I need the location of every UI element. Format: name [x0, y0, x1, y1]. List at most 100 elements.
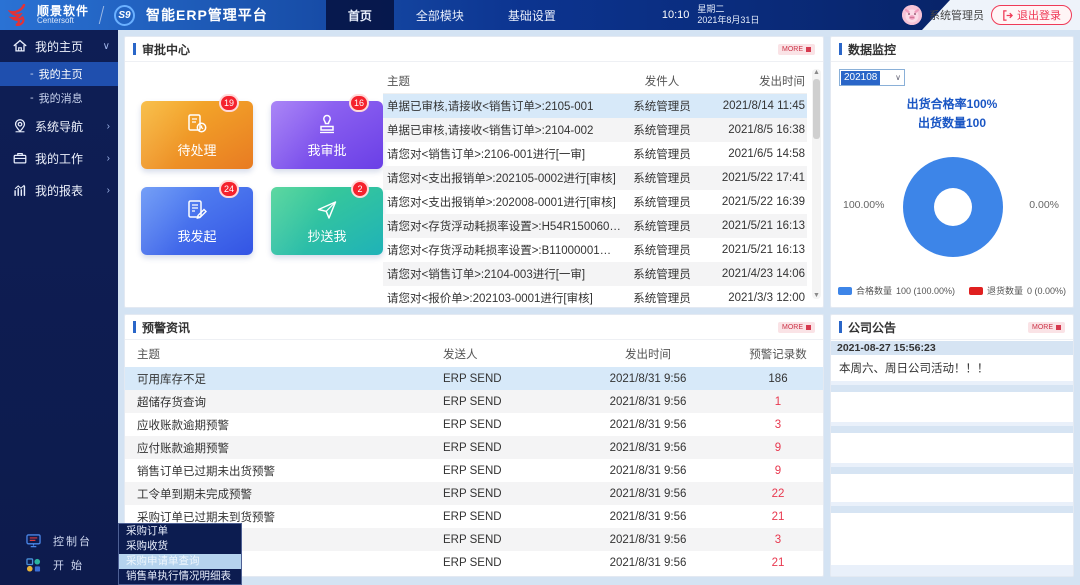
- period-selected-value: 202108: [841, 71, 880, 85]
- scroll-up-icon[interactable]: ▲: [812, 69, 821, 76]
- table-row[interactable]: 单据已审核,请接收<销售订单>:2104-002系统管理员2021/8/5 16…: [383, 118, 807, 142]
- row-time: 2021/5/22 17:41: [703, 172, 807, 184]
- row-sender: 系统管理员: [621, 266, 703, 282]
- sidebar-item-label: 我的报表: [35, 182, 107, 199]
- table-row[interactable]: 单据已审核,请接收<销售订单>:2105-001系统管理员2021/8/14 1…: [383, 94, 807, 118]
- row-time: 2021/6/5 14:58: [703, 148, 807, 160]
- sidebar-subitem-label: 我的消息: [39, 90, 83, 106]
- period-select[interactable]: 202108 ∨: [839, 69, 905, 86]
- table-row[interactable]: 请您对<销售订单>:2106-001进行[一审]系统管理员2021/6/5 14…: [383, 142, 807, 166]
- pending-count-badge: 19: [219, 94, 239, 112]
- legend-swatch-red: [969, 287, 983, 295]
- table-row[interactable]: 请您对<销售订单>:2104-003进行[一审]系统管理员2021/4/23 1…: [383, 262, 807, 286]
- more-label: MORE: [782, 46, 803, 53]
- tab-all-modules[interactable]: 全部模块: [394, 0, 486, 30]
- console-monitor-icon: [26, 534, 41, 548]
- sidebar-item-my-work[interactable]: 我的工作 ›: [0, 142, 118, 174]
- table-row[interactable]: 可用库存不足ERP SEND2021/8/31 9:56186: [125, 367, 823, 390]
- platform-title: 智能ERP管理平台: [146, 5, 268, 25]
- donut-ring: [903, 157, 1003, 257]
- row-time: 2021/3/3 12:00: [703, 292, 807, 304]
- row-alert-count: 9: [733, 442, 823, 454]
- more-label: MORE: [782, 324, 803, 331]
- table-row[interactable]: 销售订单已过期未出货预警ERP SEND2021/8/31 9:569: [125, 459, 823, 482]
- data-monitor-panel: 数据监控 202108 ∨ 出货合格率100% 出货数量100 100.00% …: [830, 36, 1074, 308]
- more-icon: [806, 47, 811, 52]
- chevron-right-icon: ›: [107, 121, 110, 132]
- panel-title: 数据监控: [839, 41, 896, 58]
- start-menu-item[interactable]: 销售单执行情况明细表: [119, 569, 241, 584]
- legend-swatch-blue: [838, 287, 852, 295]
- row-alert-count: 21: [733, 557, 823, 569]
- row-sender: 系统管理员: [621, 194, 703, 210]
- table-row[interactable]: 超储存货查询ERP SEND2021/8/31 9:561: [125, 390, 823, 413]
- row-time: 2021/8/31 9:56: [563, 511, 733, 523]
- row-alert-count: 186: [733, 373, 823, 385]
- col-sender: 发送人: [443, 346, 563, 362]
- row-subject: 销售订单已过期未出货预警: [125, 463, 443, 479]
- console-label: 控制台: [53, 533, 92, 549]
- approval-scrollbar[interactable]: ▲ ▼: [812, 69, 821, 299]
- approval-center-panel: 审批中心 MORE 19 待处理 16: [124, 36, 824, 308]
- tab-basic-settings[interactable]: 基础设置: [486, 0, 578, 30]
- s9-logo: S9: [114, 5, 135, 26]
- start-button[interactable]: 开 始: [0, 553, 118, 577]
- paper-plane-icon: [315, 198, 339, 222]
- notice-more-button[interactable]: MORE: [1028, 322, 1065, 333]
- alerts-more-button[interactable]: MORE: [778, 322, 815, 333]
- tile-label: 待处理: [177, 140, 216, 159]
- table-row[interactable]: 请您对<报价单>:202103-0001进行[审核]系统管理员2021/3/3 …: [383, 286, 807, 310]
- table-row[interactable]: 应收账款逾期预警ERP SEND2021/8/31 9:563: [125, 413, 823, 436]
- start-menu-item[interactable]: 采购申请单查询: [119, 554, 241, 569]
- sidebar-item-my-reports[interactable]: 我的报表 ›: [0, 174, 118, 206]
- col-subject: 主题: [383, 73, 621, 89]
- table-row[interactable]: 请您对<支出报销单>:202105-0002进行[审核]系统管理员2021/5/…: [383, 166, 807, 190]
- tile-my-approvals[interactable]: 16 我审批: [271, 101, 383, 169]
- scrollbar-thumb[interactable]: [813, 79, 820, 139]
- table-row[interactable]: 应付账款逾期预警ERP SEND2021/8/31 9:569: [125, 436, 823, 459]
- row-alert-count: 22: [733, 488, 823, 500]
- more-icon: [1056, 325, 1061, 330]
- row-subject: 请您对<销售订单>:2104-003进行[一审]: [383, 266, 621, 282]
- sidebar-item-system-nav[interactable]: 系统导航 ›: [0, 110, 118, 142]
- approval-more-button[interactable]: MORE: [778, 44, 815, 55]
- logout-button[interactable]: 退出登录: [991, 5, 1072, 25]
- start-menu-item[interactable]: 采购订单: [119, 524, 241, 539]
- tile-label: 我审批: [307, 140, 346, 159]
- home-icon: [12, 38, 28, 54]
- logout-label: 退出登录: [1017, 7, 1061, 23]
- row-time: 2021/8/31 9:56: [563, 534, 733, 546]
- scroll-down-icon[interactable]: ▼: [812, 292, 821, 299]
- tile-pending[interactable]: 19 待处理: [141, 101, 253, 169]
- table-row[interactable]: 请您对<存货浮动耗损率设置>:B11000001进行[审核]系统管理员2021/…: [383, 238, 807, 262]
- tile-initiated-by-me[interactable]: 24 我发起: [141, 187, 253, 255]
- sidebar-item-my-home[interactable]: 我的主页 ∨: [0, 30, 118, 62]
- col-sender: 发件人: [621, 73, 703, 89]
- row-subject: 单据已审核,请接收<销售订单>:2105-001: [383, 98, 621, 114]
- table-row[interactable]: 工令单到期未完成预警ERP SEND2021/8/31 9:5622: [125, 482, 823, 505]
- logout-icon: [1002, 10, 1013, 21]
- tab-home[interactable]: 首页: [326, 0, 394, 30]
- notice-entry-text[interactable]: 本周六、周日公司活动！！！: [831, 355, 1073, 381]
- company-notice-panel: 公司公告 MORE 2021-08-27 15:56:23 本周六、周日公司活动…: [830, 314, 1074, 577]
- more-label: MORE: [1032, 324, 1053, 331]
- approval-table-body: 单据已审核,请接收<销售订单>:2105-001 系统管理员 2021/8/14 1…: [383, 94, 807, 310]
- report-chart-icon: [12, 182, 28, 198]
- row-sender: 系统管理员: [621, 218, 703, 234]
- row-time: 2021/5/21 16:13: [703, 244, 807, 256]
- start-menu-item[interactable]: 采购收货: [119, 539, 241, 554]
- row-sender: ERP SEND: [443, 373, 563, 385]
- row-time: 2021/4/23 14:06: [703, 268, 807, 280]
- sidebar-subitem-my-home[interactable]: 我的主页: [0, 62, 118, 86]
- approval-tiles: 19 待处理 16 我审批: [141, 101, 385, 255]
- console-button[interactable]: 控制台: [0, 529, 118, 553]
- table-row[interactable]: 请您对<存货浮动耗损率设置>:H54R15006002进行[审核]系统管理员20…: [383, 214, 807, 238]
- table-row[interactable]: 请您对<支出报销单>:202008-0001进行[审核]系统管理员2021/5/…: [383, 190, 807, 214]
- user-avatar[interactable]: [902, 5, 922, 25]
- sidebar-subitem-my-messages[interactable]: 我的消息: [0, 86, 118, 110]
- erp-dashboard: 顺景软件 Centersoft S9 智能ERP管理平台 首页 全部模块 基础设…: [0, 0, 1080, 585]
- row-time: 2021/8/31 9:56: [563, 442, 733, 454]
- row-subject: 应付账款逾期预警: [125, 440, 443, 456]
- tile-cc-to-me[interactable]: 2 抄送我: [271, 187, 383, 255]
- row-time: 2021/8/14 11:45: [703, 100, 807, 112]
